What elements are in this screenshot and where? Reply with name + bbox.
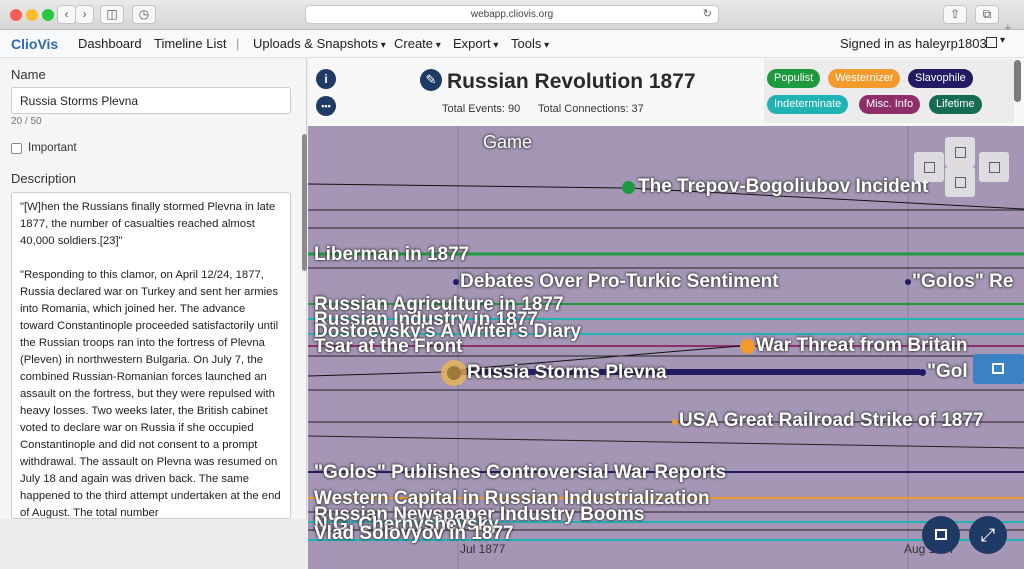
editor-scrollbar[interactable] bbox=[302, 134, 307, 271]
nav-timeline-list[interactable]: Timeline List bbox=[154, 36, 226, 51]
name-label: Name bbox=[11, 67, 46, 82]
event-editor-panel: Name Russia Storms Plevna 20 / 50 Import… bbox=[0, 58, 307, 569]
legend-lifetime[interactable]: Lifetime bbox=[929, 95, 982, 114]
event-marker[interactable] bbox=[622, 181, 635, 194]
description-textarea[interactable]: "[W]hen the Russians finally stormed Ple… bbox=[11, 192, 291, 519]
legend-populist[interactable]: Populist bbox=[767, 69, 821, 88]
event-label[interactable]: USA Great Railroad Strike of 1877 bbox=[679, 410, 983, 432]
event-label-selected[interactable]: Russia Storms Plevna bbox=[467, 362, 667, 384]
name-char-counter: 20 / 50 bbox=[11, 116, 42, 127]
event-label[interactable]: "Gol bbox=[927, 361, 968, 383]
chevron-down-icon[interactable]: ▾ bbox=[1000, 35, 1005, 46]
comments-icon[interactable]: ••• bbox=[316, 96, 336, 116]
event-label[interactable]: The Trepov-Bogoliubov Incident bbox=[638, 176, 928, 198]
important-checkbox[interactable] bbox=[11, 143, 22, 154]
pan-down-button[interactable] bbox=[945, 167, 975, 197]
group-label-game: Game bbox=[483, 132, 533, 152]
event-marker[interactable] bbox=[919, 369, 926, 376]
user-menu-icon[interactable] bbox=[986, 37, 997, 48]
timeline-canvas[interactable]: Game The Trepov-Bogoliubov Incident Libe… bbox=[308, 126, 1024, 569]
event-marker-selected[interactable] bbox=[447, 366, 461, 380]
event-marker[interactable] bbox=[672, 419, 678, 425]
fullscreen-button[interactable]: ⤢ bbox=[969, 516, 1007, 554]
back-arrow-icon[interactable]: ‹ bbox=[57, 5, 76, 24]
category-legend: Populist Westernizer Slavophile Indeterm… bbox=[764, 59, 1014, 123]
edit-pencil-icon[interactable]: ✎ bbox=[420, 69, 442, 91]
event-label[interactable]: War Threat from Britain bbox=[756, 335, 968, 357]
share-icon[interactable]: ⇧ bbox=[943, 5, 967, 24]
legend-slavophile[interactable]: Slavophile bbox=[908, 69, 973, 88]
history-icon[interactable]: ◷ bbox=[132, 5, 156, 24]
event-marker[interactable] bbox=[905, 279, 911, 285]
timeline-header: i ••• ✎ Russian Revolution 1877 Total Ev… bbox=[308, 58, 1024, 126]
legend-westernizer[interactable]: Westernizer bbox=[828, 69, 901, 88]
signed-in-label: Signed in as haleyrp1803 bbox=[840, 36, 987, 51]
event-marker[interactable] bbox=[740, 339, 755, 354]
square-icon bbox=[935, 529, 947, 540]
info-icon[interactable]: i bbox=[316, 69, 336, 89]
minimize-window-button[interactable] bbox=[26, 9, 38, 21]
app-navbar: ClioVis Dashboard Timeline List | Upload… bbox=[0, 30, 1024, 58]
pan-up-button[interactable] bbox=[945, 137, 975, 167]
pan-left-button[interactable] bbox=[914, 152, 944, 182]
nav-dashboard[interactable]: Dashboard bbox=[78, 36, 142, 51]
total-events: Total Events: 90 bbox=[442, 103, 521, 115]
legend-scrollbar[interactable] bbox=[1014, 60, 1021, 102]
editor-footer bbox=[0, 519, 307, 569]
brand-logo[interactable]: ClioVis bbox=[11, 36, 58, 52]
event-name-input[interactable]: Russia Storms Plevna bbox=[11, 87, 291, 114]
axis-label-jul: Jul 1877 bbox=[460, 542, 506, 556]
event-label[interactable]: "Golos" Publishes Controversial War Repo… bbox=[314, 462, 726, 484]
event-label[interactable]: Liberman in 1877 bbox=[314, 244, 469, 266]
nav-create-dropdown[interactable]: Create bbox=[394, 36, 441, 51]
timeline-title: Russian Revolution 1877 bbox=[447, 70, 696, 93]
close-window-button[interactable] bbox=[10, 9, 22, 21]
event-marker[interactable] bbox=[453, 279, 459, 285]
forward-arrow-icon[interactable]: › bbox=[75, 5, 94, 24]
fullscreen-icon: ⤢ bbox=[980, 525, 996, 545]
sidebar-icon[interactable]: ◫ bbox=[100, 5, 124, 24]
expand-panel-button[interactable] bbox=[973, 354, 1024, 384]
zoom-window-button[interactable] bbox=[42, 9, 54, 21]
legend-indeterminate[interactable]: Indeterminate bbox=[767, 95, 849, 114]
reload-icon[interactable]: ↻ bbox=[703, 6, 712, 23]
important-label: Important bbox=[28, 142, 77, 154]
nav-uploads-dropdown[interactable]: Uploads & Snapshots bbox=[253, 36, 386, 51]
nav-tools-dropdown[interactable]: Tools bbox=[511, 36, 549, 51]
total-connections: Total Connections: 37 bbox=[538, 103, 644, 115]
pan-right-button[interactable] bbox=[979, 152, 1009, 182]
description-label: Description bbox=[11, 171, 77, 186]
legend-misc-info[interactable]: Misc. Info bbox=[859, 95, 921, 114]
url-text: webapp.cliovis.org bbox=[470, 9, 554, 20]
event-label[interactable]: Tsar at the Front bbox=[314, 336, 463, 358]
tabs-icon[interactable]: ⧉ bbox=[975, 5, 999, 24]
event-label[interactable]: "Golos" Re bbox=[912, 271, 1013, 293]
event-label[interactable]: Debates Over Pro-Turkic Sentiment bbox=[460, 271, 779, 293]
window-icon bbox=[992, 363, 1004, 374]
browser-toolbar: ‹ › ◫ ◷ webapp.cliovis.org ↻ ⇧ ⧉ + bbox=[0, 0, 1024, 34]
address-bar[interactable]: webapp.cliovis.org ↻ bbox=[305, 5, 719, 24]
nav-export-dropdown[interactable]: Export bbox=[453, 36, 498, 51]
fit-view-button[interactable] bbox=[922, 516, 960, 554]
nav-separator: | bbox=[236, 36, 240, 51]
